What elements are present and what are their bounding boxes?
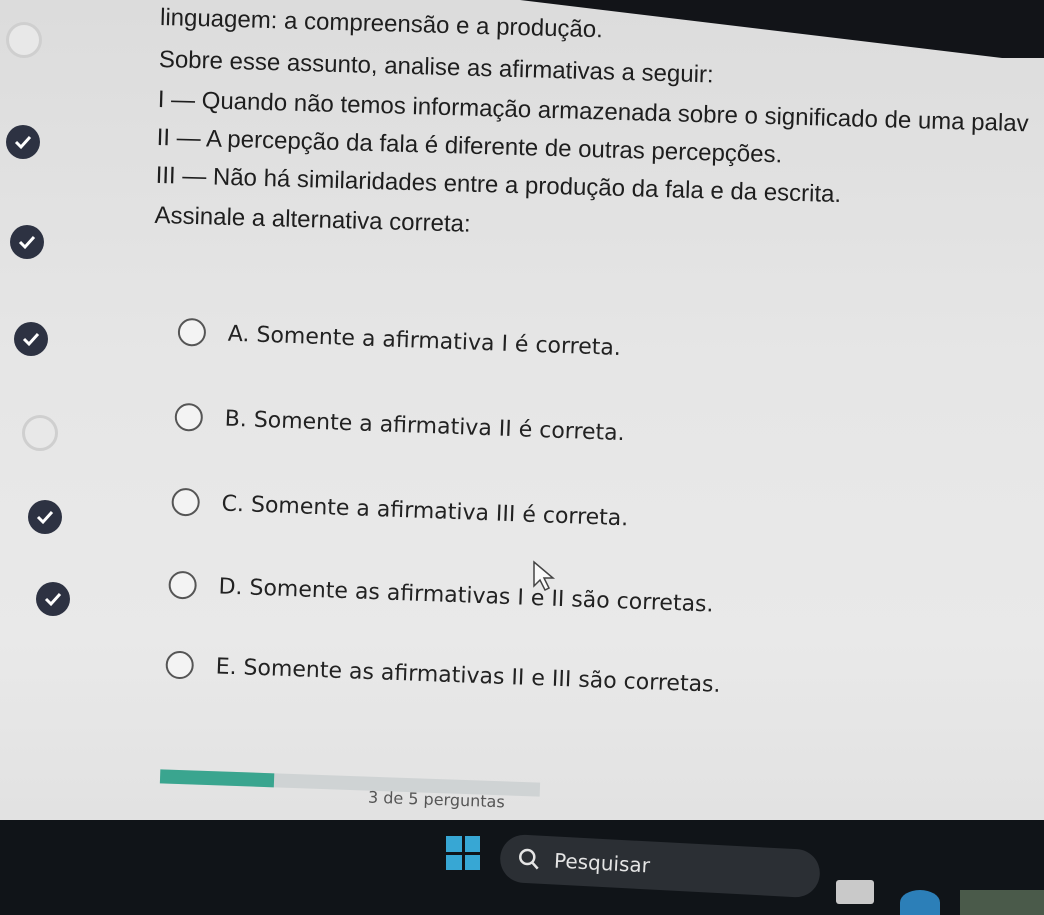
taskbar-app-icon[interactable] xyxy=(836,880,874,904)
mouse-pointer-icon xyxy=(533,560,556,592)
option-b[interactable]: B. Somente a afirmativa II é correta. xyxy=(174,400,625,450)
option-label: E. Somente as afirmativas II e III são c… xyxy=(215,653,721,698)
radio-button[interactable] xyxy=(174,402,204,432)
option-label: C. Somente a afirmativa III é correta. xyxy=(221,490,629,531)
search-icon xyxy=(519,848,539,870)
radio-button[interactable] xyxy=(168,570,198,600)
search-placeholder: Pesquisar xyxy=(553,848,651,878)
option-e[interactable]: E. Somente as afirmativas II e III são c… xyxy=(165,648,721,702)
radio-button[interactable] xyxy=(165,650,195,680)
progress-fill xyxy=(159,769,275,788)
radio-button[interactable] xyxy=(177,317,207,347)
option-a[interactable]: A. Somente a afirmativa I é correta. xyxy=(177,315,621,365)
progress-text: 3 de 5 perguntas xyxy=(367,787,506,812)
quiz-screen: linguagem: a compreensão e a produção. S… xyxy=(0,0,1044,915)
option-c[interactable]: C. Somente a afirmativa III é correta. xyxy=(171,485,629,536)
option-label: A. Somente a afirmativa I é correta. xyxy=(227,321,622,361)
answer-options: A. Somente a afirmativa I é correta. B. … xyxy=(0,0,1044,791)
taskbar-app-icon[interactable] xyxy=(900,890,940,915)
windows-logo-icon[interactable] xyxy=(446,836,480,870)
option-label: D. Somente as afirmativas I e II são cor… xyxy=(218,573,714,618)
radio-button[interactable] xyxy=(171,487,201,517)
option-label: B. Somente a afirmativa II é correta. xyxy=(224,406,626,446)
option-d[interactable]: D. Somente as afirmativas I e II são cor… xyxy=(168,568,714,622)
taskbar-app-icon[interactable] xyxy=(960,890,1044,915)
